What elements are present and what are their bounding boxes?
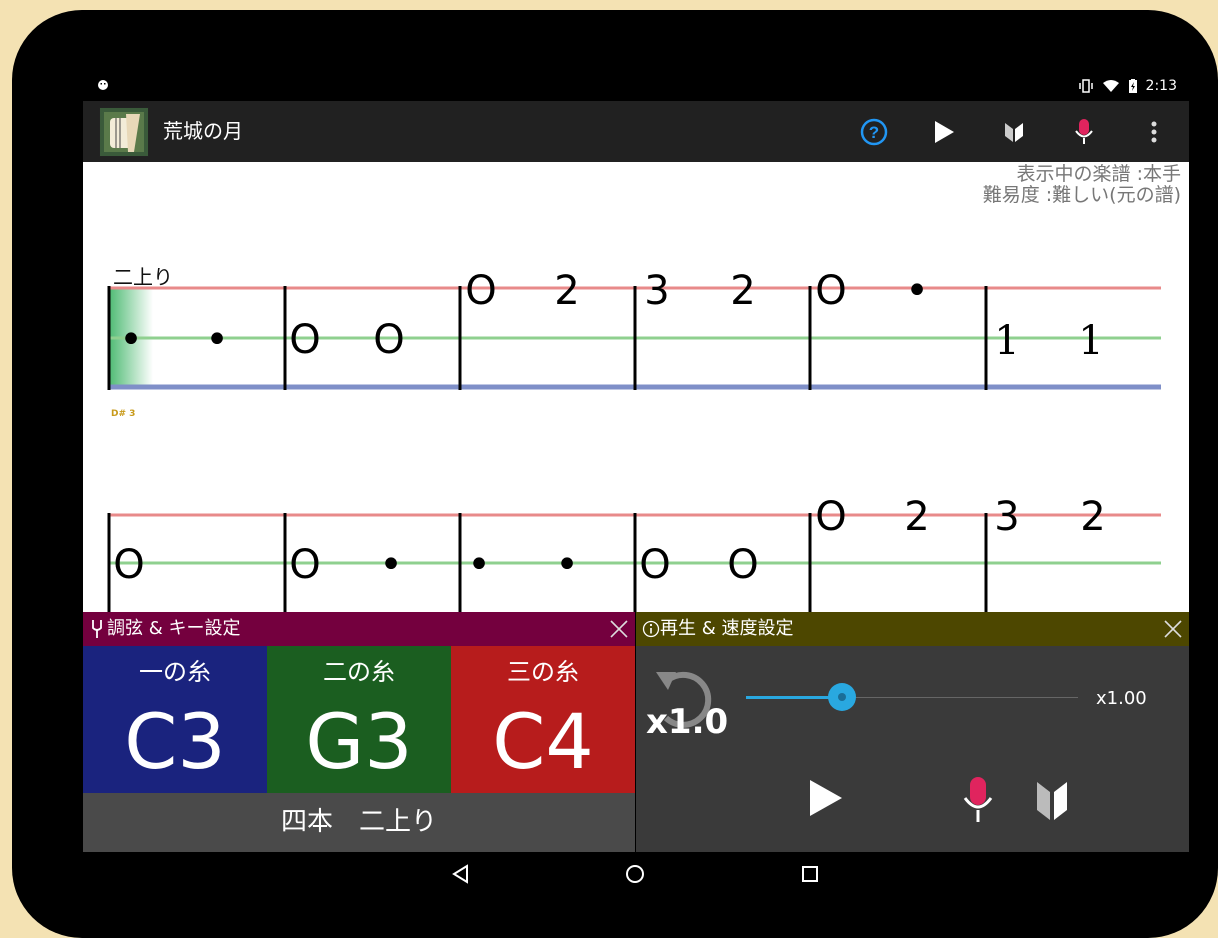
svg-text:?: ? <box>869 123 879 142</box>
help-icon: ? <box>860 118 888 145</box>
score-note: O <box>289 542 320 588</box>
score-note: O <box>289 317 320 363</box>
vibrate-icon <box>1078 79 1093 93</box>
navigation-bar <box>83 852 1189 894</box>
android-icon <box>98 80 108 90</box>
speed-slider[interactable] <box>746 683 1078 711</box>
panel-beginner-button[interactable] <box>1036 780 1068 822</box>
score-note: O <box>373 317 404 363</box>
score-display-mode: 表示中の楽譜 :本手 <box>1016 163 1181 185</box>
score-note: O <box>815 268 846 314</box>
score-info: 表示中の楽譜 :本手 難易度 :難しい(元の譜) <box>983 164 1181 206</box>
playback-controls: x1.0 x1.00 <box>636 646 1189 852</box>
score-note: O <box>815 494 846 540</box>
screen: 2:13 荒城の月 ? 表示中の楽譜:本手 難易度:難しい(元の譜) 二上り… <box>83 72 1189 894</box>
tuning-fork-icon <box>92 620 102 638</box>
key-marker: D# 3 <box>111 409 135 419</box>
tuning-label: 二上り <box>113 265 173 289</box>
play-icon <box>810 780 842 816</box>
score-staff: 二上り • • O O O 2 3 2 O • 1 1 D# 3 O O • •… <box>107 265 1161 612</box>
string-name: 二の糸 <box>323 658 395 686</box>
mic-icon <box>1075 118 1093 144</box>
slider-thumb[interactable] <box>828 683 856 711</box>
score-note: O <box>113 542 144 588</box>
score-note: • <box>905 268 929 314</box>
panel-play-button[interactable] <box>806 776 846 820</box>
play-icon <box>935 120 954 143</box>
status-bar: 2:13 <box>83 72 1189 101</box>
string-1-button[interactable]: 一の糸 C3 <box>83 646 267 793</box>
overflow-menu-button[interactable] <box>1119 101 1189 162</box>
speed-badge: x1.0 <box>646 702 729 742</box>
battery-icon <box>1128 79 1137 93</box>
app-logo-icon[interactable] <box>99 107 149 157</box>
tuning-panel: 調弦 & キー設定 一の糸 C3 二の糸 G3 三の糸 C4 四本 二上り <box>83 612 635 852</box>
back-icon[interactable] <box>451 864 471 884</box>
beginner-mode-button[interactable] <box>979 101 1049 162</box>
score-note: • <box>205 317 229 363</box>
string-2-button[interactable]: 二の糸 G3 <box>267 646 451 793</box>
string-name: 三の糸 <box>507 658 579 686</box>
score-note: • <box>119 317 143 363</box>
score-note: O <box>465 268 496 314</box>
speed-value: x1.00 <box>1096 688 1147 709</box>
score-note: • <box>555 542 579 588</box>
beginner-icon <box>1037 782 1067 820</box>
score-note: 1 <box>1078 318 1103 364</box>
help-button[interactable]: ? <box>839 101 909 162</box>
tuning-panel-title: 調弦 & キー設定 <box>107 618 241 639</box>
score-note: 2 <box>730 268 755 314</box>
app-title: 荒城の月 <box>163 119 243 143</box>
mic-button[interactable] <box>1049 101 1119 162</box>
score-note: 2 <box>554 268 579 314</box>
app-bar: 荒城の月 ? <box>83 101 1189 162</box>
score-note: 1 <box>994 318 1019 364</box>
overflow-menu-icon <box>1151 121 1157 142</box>
playback-panel: 再生 & 速度設定 x1.0 x1.00 <box>636 612 1189 852</box>
score-note: 2 <box>1080 494 1105 540</box>
reset-speed-button[interactable]: x1.0 <box>646 658 728 742</box>
string-note: G3 <box>305 697 413 786</box>
string-tuning-list: 一の糸 C3 二の糸 G3 三の糸 C4 <box>83 646 635 793</box>
score-note: 3 <box>644 268 669 314</box>
tuning-select-button[interactable]: 四本 二上り <box>83 793 635 852</box>
close-icon[interactable] <box>609 619 629 639</box>
string-note: C4 <box>492 697 594 786</box>
home-icon[interactable] <box>625 864 645 884</box>
score-note: • <box>467 542 491 588</box>
playback-panel-title: 再生 & 速度設定 <box>660 618 794 639</box>
status-time: 2:13 <box>1145 78 1177 94</box>
panel-mic-button[interactable] <box>962 776 994 824</box>
score-note: O <box>639 542 670 588</box>
info-icon <box>642 620 660 638</box>
score-note: • <box>379 542 403 588</box>
play-button[interactable] <box>909 101 979 162</box>
beginner-icon <box>1005 122 1023 142</box>
string-name: 一の糸 <box>139 658 211 686</box>
score-note: 3 <box>994 494 1019 540</box>
string-note: C3 <box>124 697 226 786</box>
wifi-icon <box>1102 80 1119 92</box>
close-icon[interactable] <box>1163 619 1183 639</box>
slider-fill <box>746 696 840 699</box>
score-note: 2 <box>904 494 929 540</box>
string-3-button[interactable]: 三の糸 C4 <box>451 646 635 793</box>
mic-icon <box>963 777 993 822</box>
tuning-panel-header: 調弦 & キー設定 <box>83 612 635 646</box>
playback-panel-header: 再生 & 速度設定 <box>636 612 1189 646</box>
score-difficulty: 難易度 :難しい(元の譜) <box>982 184 1181 206</box>
device-frame: 2:13 荒城の月 ? 表示中の楽譜:本手 難易度:難しい(元の譜) 二上り… <box>12 10 1218 938</box>
score-note: O <box>727 542 758 588</box>
recents-icon[interactable] <box>801 865 819 883</box>
score-view[interactable]: 表示中の楽譜 :本手 難易度 :難しい(元の譜) 二上り • • O O O 2… <box>83 162 1189 612</box>
